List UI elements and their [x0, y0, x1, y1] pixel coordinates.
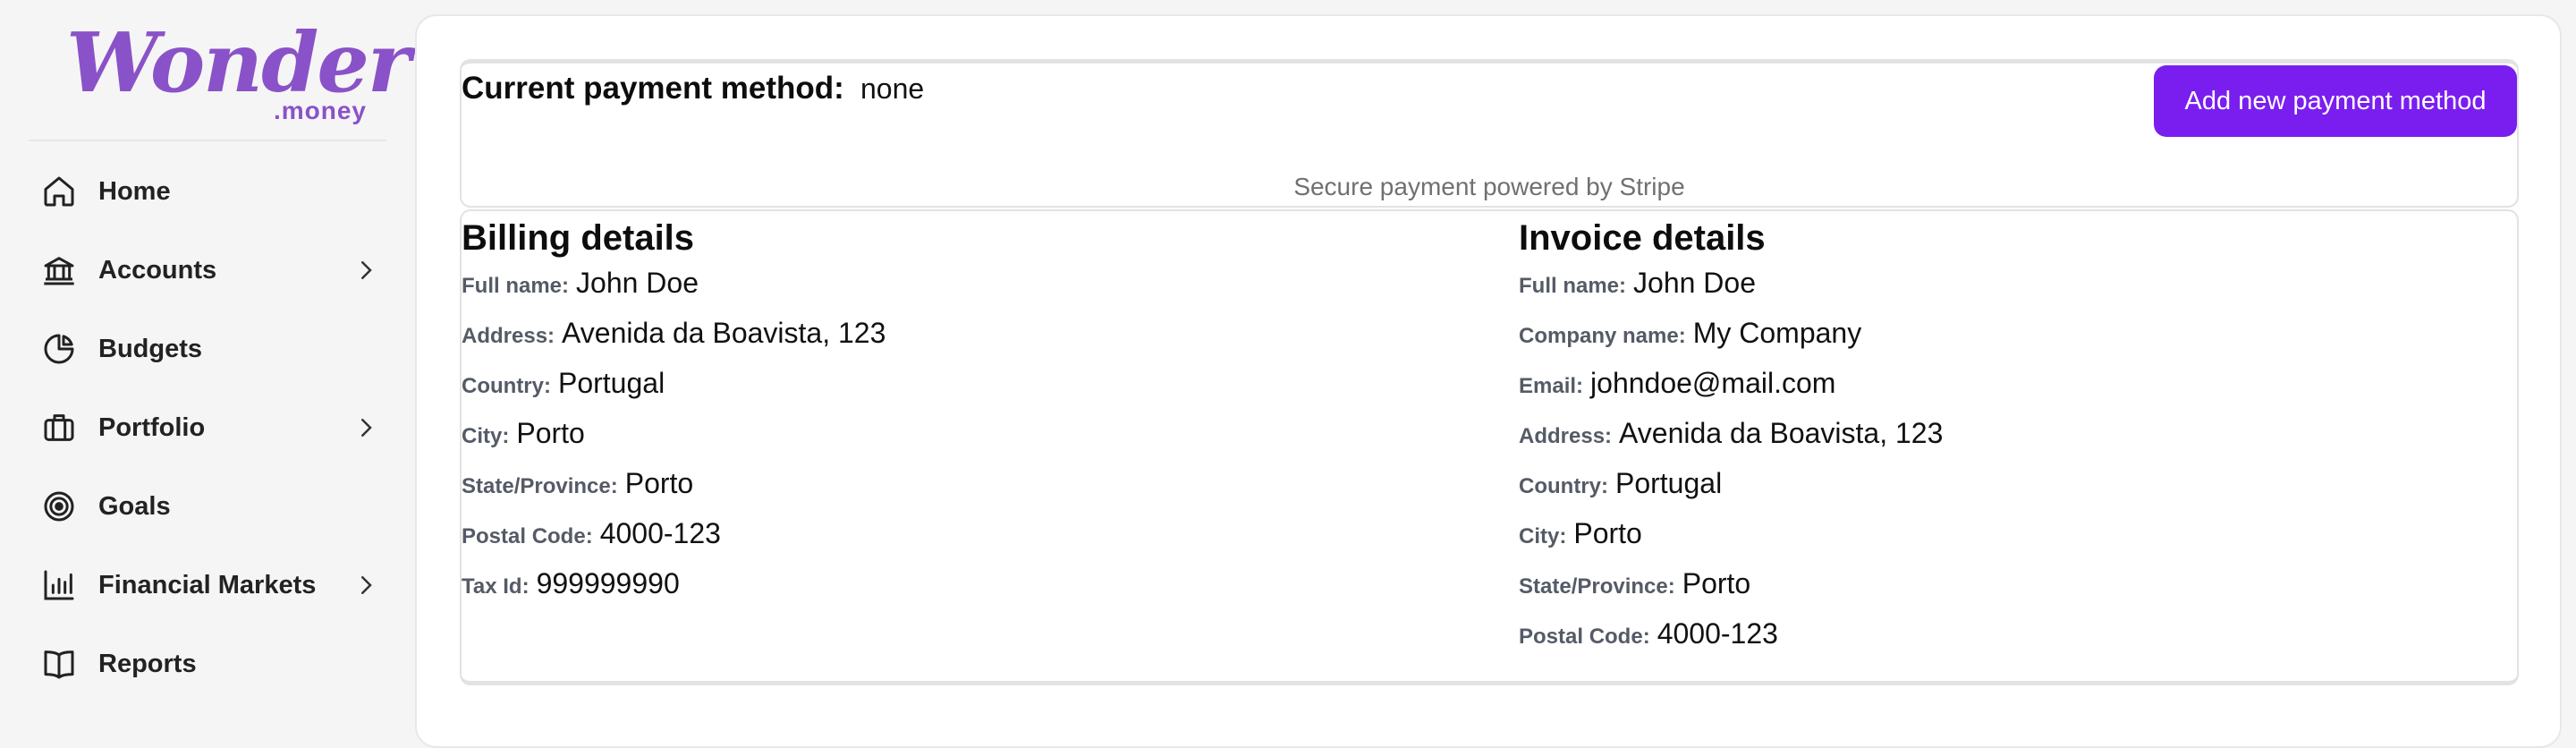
- sidebar-item-label: Budgets: [98, 334, 202, 363]
- logo[interactable]: Wonder .money: [66, 21, 411, 129]
- sidebar-item-label: Accounts: [98, 255, 217, 285]
- billing-details-title: Billing details: [462, 218, 695, 258]
- bar-chart-icon: [41, 567, 77, 603]
- sidebar-item-home[interactable]: Home: [29, 152, 386, 231]
- field-label: City:: [1519, 524, 1567, 548]
- field-value: 999999990: [536, 567, 680, 599]
- field-value: 4000-123: [1657, 617, 1778, 650]
- invoice-details: Invoice details Full name: John Doe Compa…: [1519, 211, 2503, 667]
- book-icon: [41, 646, 77, 682]
- invoice-field: City: Porto: [1519, 517, 2503, 567]
- sidebar-item-label: Goals: [98, 491, 171, 521]
- bank-icon: [41, 252, 77, 288]
- payment-method-title: Current payment method:: [462, 71, 844, 106]
- field-label: Country:: [1519, 474, 1608, 498]
- sidebar-item-label: Financial Markets: [98, 570, 317, 599]
- field-value: Avenida da Boavista, 123: [1619, 417, 1944, 449]
- invoice-field: Full name: John Doe: [1519, 267, 2503, 317]
- sidebar-item-label: Home: [98, 176, 171, 206]
- invoice-field: Email: johndoe@mail.com: [1519, 367, 2503, 417]
- field-value: Portugal: [1614, 467, 1723, 499]
- sidebar-item-label: Reports: [98, 649, 197, 678]
- main-panel: Current payment method: none Add new pay…: [415, 14, 2562, 748]
- field-value: Porto: [516, 417, 585, 449]
- field-label: State/Province:: [1519, 574, 1675, 599]
- logo-suffix: .money: [273, 97, 367, 124]
- sidebar-item-accounts[interactable]: Accounts: [29, 231, 386, 310]
- field-label: Country:: [462, 374, 551, 398]
- sidebar-item-goals[interactable]: Goals: [29, 467, 386, 546]
- field-label: Email:: [1519, 374, 1584, 398]
- field-label: Address:: [462, 324, 555, 348]
- payment-method-card: Current payment method: none Add new pay…: [460, 59, 2519, 208]
- chevron-right-icon: [352, 572, 379, 599]
- target-icon: [41, 489, 77, 524]
- field-label: Address:: [1519, 424, 1613, 448]
- billing-field: Address: Avenida da Boavista, 123: [462, 317, 1517, 367]
- invoice-details-title: Invoice details: [1519, 218, 1766, 258]
- field-value: Porto: [1682, 567, 1751, 599]
- sidebar-item-reports[interactable]: Reports: [29, 625, 386, 703]
- field-label: Company name:: [1519, 324, 1686, 348]
- field-label: City:: [462, 424, 510, 448]
- field-label: Postal Code:: [1519, 625, 1650, 649]
- field-label: Tax Id:: [462, 574, 530, 599]
- field-label: Full name:: [462, 274, 570, 298]
- field-label: Full name:: [1519, 274, 1627, 298]
- sidebar-item-financial-markets[interactable]: Financial Markets: [29, 546, 386, 625]
- add-payment-method-button[interactable]: Add new payment method: [2154, 65, 2517, 137]
- field-value: John Doe: [576, 267, 699, 299]
- invoice-field: Postal Code: 4000-123: [1519, 617, 2503, 667]
- field-value: Avenida da Boavista, 123: [562, 317, 886, 349]
- sidebar-divider: [29, 140, 386, 141]
- logo-wordmark: Wonder: [66, 14, 411, 111]
- field-label: State/Province:: [462, 474, 618, 498]
- billing-field: Country: Portugal: [462, 367, 1517, 417]
- home-icon: [41, 174, 77, 209]
- field-value: 4000-123: [599, 517, 721, 549]
- briefcase-icon: [41, 410, 77, 446]
- chevron-right-icon: [352, 257, 379, 284]
- sidebar-nav: Home Accounts Budgets Portfolio Goals Fi…: [29, 152, 386, 703]
- invoice-field: Country: Portugal: [1519, 467, 2503, 517]
- sidebar: Wonder .money Home Accounts Budgets Port…: [0, 0, 415, 734]
- sidebar-item-budgets[interactable]: Budgets: [29, 310, 386, 388]
- invoice-field: Address: Avenida da Boavista, 123: [1519, 417, 2503, 467]
- stripe-note: Secure payment powered by Stripe: [1293, 173, 1685, 200]
- sidebar-item-portfolio[interactable]: Portfolio: [29, 388, 386, 467]
- field-value: My Company: [1692, 317, 1862, 349]
- billing-field: Full name: John Doe: [462, 267, 1517, 317]
- invoice-field: Company name: My Company: [1519, 317, 2503, 367]
- field-value: Porto: [1573, 517, 1642, 549]
- field-label: Postal Code:: [462, 524, 593, 548]
- details-card: Billing details Full name: John Doe Addre…: [460, 209, 2519, 685]
- field-value: Porto: [624, 467, 694, 499]
- billing-field: Postal Code: 4000-123: [462, 517, 1517, 567]
- billing-field: State/Province: Porto: [462, 467, 1517, 517]
- billing-field: Tax Id: 999999990: [462, 567, 1517, 617]
- pie-chart-icon: [41, 331, 77, 367]
- sidebar-item-label: Portfolio: [98, 412, 206, 442]
- billing-details: Billing details Full name: John Doe Addre…: [462, 211, 1517, 617]
- invoice-field: State/Province: Porto: [1519, 567, 2503, 617]
- field-value: John Doe: [1633, 267, 1756, 299]
- payment-method-value: none: [860, 72, 925, 105]
- field-value: johndoe@mail.com: [1590, 367, 1836, 399]
- chevron-right-icon: [352, 414, 379, 441]
- billing-field: City: Porto: [462, 417, 1517, 467]
- field-value: Portugal: [557, 367, 665, 399]
